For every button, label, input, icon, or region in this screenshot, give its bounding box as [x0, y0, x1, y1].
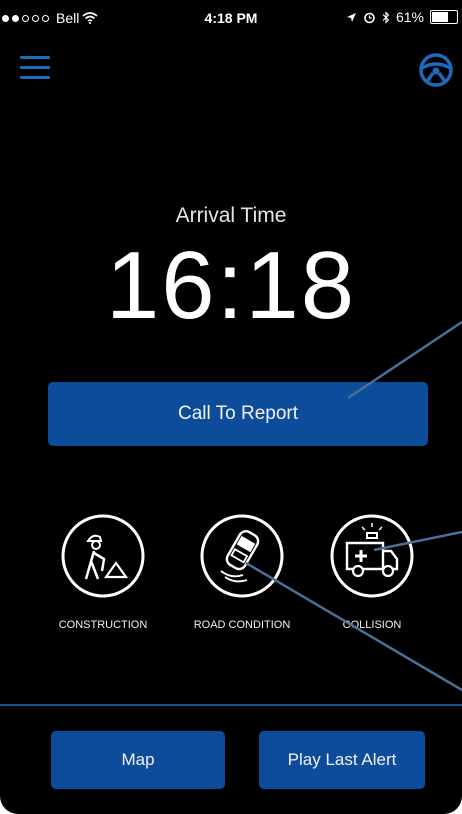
play-last-alert-button[interactable]: Play Last Alert: [259, 731, 425, 789]
map-button[interactable]: Map: [51, 731, 225, 789]
menu-line: [20, 76, 50, 79]
menu-line: [20, 56, 50, 59]
status-bar: Bell 4:18 PM 61%: [0, 0, 462, 40]
category-collision[interactable]: COLLISION: [313, 513, 431, 631]
ambulance-icon: [330, 514, 414, 598]
category-label: COLLISION: [342, 619, 402, 631]
construction-worker-icon: [61, 514, 145, 598]
status-right: 61%: [346, 9, 458, 25]
app-screen: Bell 4:18 PM 61% Arrival Time 16:18 Call…: [0, 0, 462, 814]
category-label: ROAD CONDITION: [193, 619, 291, 631]
menu-line: [20, 66, 50, 69]
hamburger-menu-icon[interactable]: [20, 56, 50, 82]
battery-icon: [430, 10, 458, 24]
category-label: CONSTRUCTION: [58, 619, 148, 631]
call-to-report-button[interactable]: Call To Report: [48, 382, 428, 446]
battery-percent: 61%: [395, 9, 424, 25]
category-road-condition[interactable]: ROAD CONDITION: [183, 513, 301, 631]
steering-wheel-icon[interactable]: [418, 52, 454, 88]
bluetooth-icon: [382, 10, 390, 24]
skidding-car-icon: [200, 514, 284, 598]
battery-fill: [432, 12, 448, 22]
arrival-time-value: 16:18: [105, 232, 357, 339]
footer-divider: [0, 704, 462, 706]
category-construction[interactable]: CONSTRUCTION: [44, 513, 162, 631]
arrival-time-label: Arrival Time: [175, 204, 287, 227]
alarm-icon: [364, 12, 375, 23]
location-arrow-icon: [346, 12, 356, 22]
